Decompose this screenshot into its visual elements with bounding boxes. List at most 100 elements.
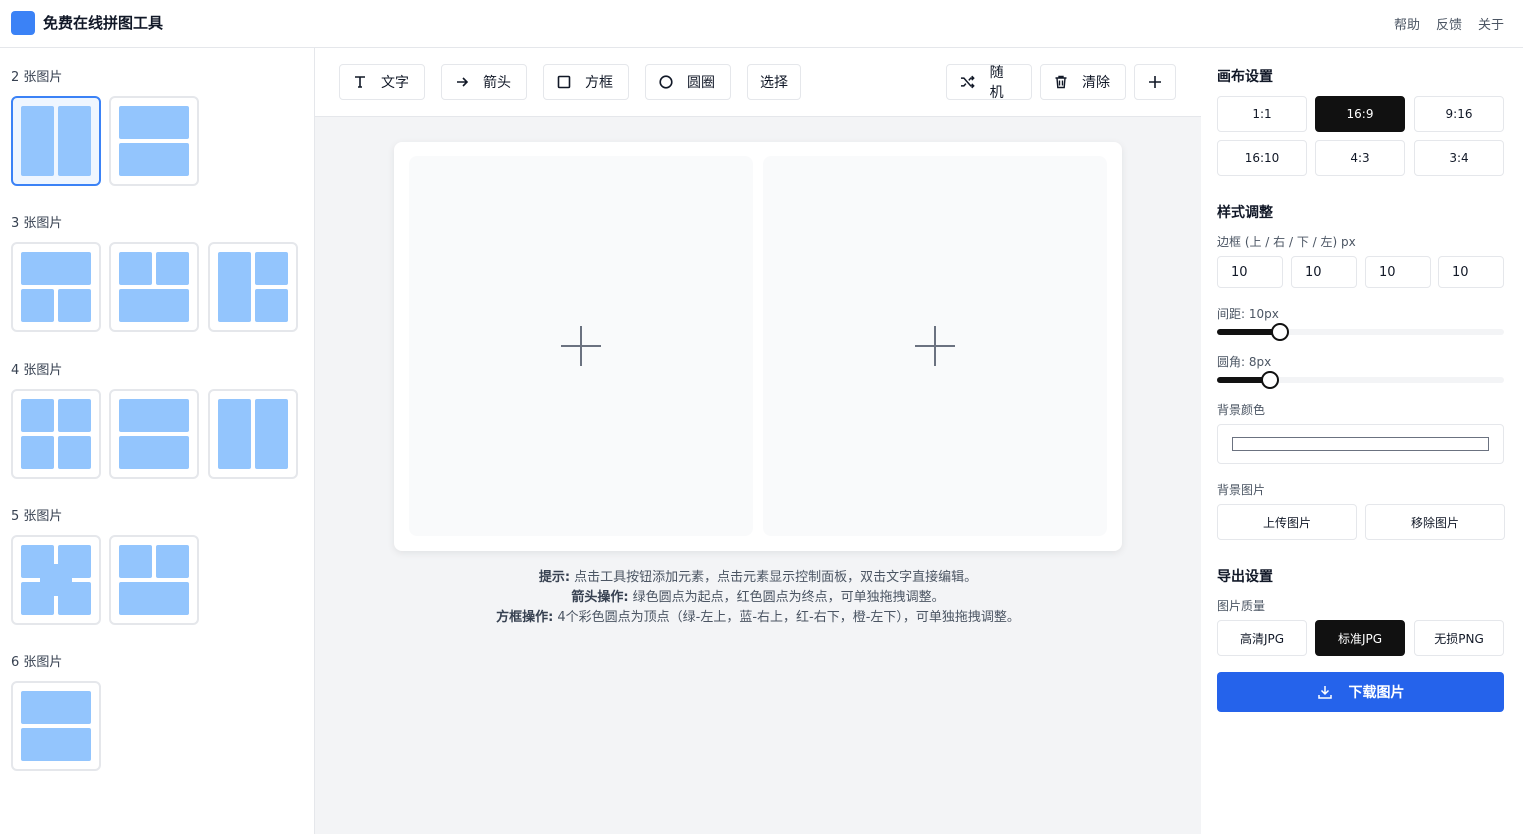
style-settings-title: 样式调整 (1217, 205, 1273, 221)
template-6-rows[interactable] (11, 681, 101, 771)
random-label: 随机 (989, 65, 1004, 101)
bg-color-swatch (1232, 437, 1489, 451)
plus-icon (1149, 76, 1161, 88)
template-4-columns[interactable] (208, 389, 298, 479)
template-4-rows[interactable] (109, 389, 199, 479)
quality-standard-jpg-button[interactable]: 标准JPG (1315, 620, 1405, 656)
template-cell (119, 252, 152, 285)
arrow-tool-button[interactable]: 箭头 (441, 64, 527, 100)
template-cell (21, 436, 54, 469)
template-cell (21, 399, 54, 432)
template-cell (119, 289, 189, 322)
spacing-slider[interactable] (1217, 323, 1504, 341)
template-cell (119, 106, 189, 139)
arrow-right-icon (457, 77, 469, 87)
radius-slider-thumb[interactable] (1261, 371, 1279, 389)
template-5-center[interactable] (11, 535, 101, 625)
template-2-vertical[interactable] (11, 96, 101, 186)
border-left-input[interactable]: 10 (1438, 256, 1504, 288)
template-cell (218, 399, 251, 469)
template-cell (119, 545, 152, 578)
ratio-4-3-button[interactable]: 4:3 (1315, 140, 1405, 176)
template-cell (119, 399, 189, 432)
template-3-top-wide[interactable] (11, 242, 101, 332)
template-cell (58, 289, 91, 322)
border-bottom-input[interactable]: 10 (1365, 256, 1431, 288)
ratio-3-4-button[interactable]: 3:4 (1414, 140, 1504, 176)
border-label: 边框 (上 / 右 / 下 / 左) px (1217, 235, 1356, 249)
template-cell (255, 289, 288, 322)
quality-label: 图片质量 (1217, 599, 1266, 613)
template-3-bottom-wide[interactable] (109, 242, 199, 332)
template-cell (255, 399, 288, 469)
template-cell (58, 399, 91, 432)
ratio-16-10-button[interactable]: 16:10 (1217, 140, 1307, 176)
group-title-2: 2 张图片 (11, 70, 63, 85)
spacing-slider-thumb[interactable] (1271, 323, 1289, 341)
select-tool-button[interactable]: 选择 (747, 64, 801, 100)
bg-image-label: 背景图片 (1217, 483, 1266, 497)
quality-lossless-png-button[interactable]: 无损PNG (1414, 620, 1504, 656)
template-cell (58, 106, 91, 176)
quality-hd-jpg-button[interactable]: 高清JPG (1217, 620, 1307, 656)
hint-line: 方框操作: 4个彩色圆点为顶点（绿-左上，蓝-右上，红-右下，橙-左下），可单独… (315, 608, 1201, 628)
trash-icon (1055, 75, 1067, 89)
template-cell (21, 106, 54, 176)
bg-color-label: 背景颜色 (1217, 403, 1266, 417)
box-tool-button[interactable]: 方框 (543, 64, 629, 100)
template-4-grid[interactable] (11, 389, 101, 479)
template-cell (156, 545, 189, 578)
template-cell (119, 582, 189, 615)
download-label: 下载图片 (1348, 685, 1405, 701)
download-icon (1317, 686, 1332, 699)
border-right-input[interactable]: 10 (1291, 256, 1357, 288)
image-slot-1[interactable] (409, 156, 753, 536)
template-cell (119, 143, 189, 176)
template-cell (21, 289, 54, 322)
hint-line: 箭头操作: 绿色圆点为起点，红色圆点为终点，可单独拖拽调整。 (315, 588, 1201, 608)
top-nav: 帮助 反馈 关于 (1394, 14, 1504, 33)
usage-hints: 提示: 点击工具按钮添加元素，点击元素显示控制面板，双击文字直接编辑。 箭头操作… (315, 568, 1201, 628)
download-button[interactable]: 下载图片 (1217, 672, 1504, 712)
app-title: 免费在线拼图工具 (43, 14, 164, 32)
ratio-1-1-button[interactable]: 1:1 (1217, 96, 1307, 132)
group-title-4: 4 张图片 (11, 363, 63, 378)
remove-image-button[interactable]: 移除图片 (1365, 504, 1505, 540)
template-5-bottom-wide[interactable] (109, 535, 199, 625)
nav-help-link[interactable]: 帮助 (1394, 14, 1420, 33)
text-tool-button[interactable]: 文字 (339, 64, 425, 100)
template-cell (255, 252, 288, 285)
circle-tool-label: 圆圈 (687, 75, 715, 91)
template-cell (40, 564, 72, 596)
logo-icon (11, 11, 35, 35)
template-cell (156, 252, 189, 285)
upload-image-button[interactable]: 上传图片 (1217, 504, 1357, 540)
template-sidebar: 2 张图片 3 张图片 4 张图片 5 张图片 6 张图片 (0, 48, 315, 834)
clear-button[interactable]: 清除 (1040, 64, 1126, 100)
clear-label: 清除 (1082, 75, 1110, 91)
ratio-16-9-button[interactable]: 16:9 (1315, 96, 1405, 132)
hint-text: 4个彩色圆点为顶点（绿-左上，蓝-右上，红-右下，橙-左下），可单独拖拽调整。 (553, 610, 1020, 625)
hint-label: 提示: (538, 570, 571, 585)
radius-slider[interactable] (1217, 371, 1504, 389)
bg-color-picker[interactable] (1217, 424, 1504, 464)
ratio-9-16-button[interactable]: 9:16 (1414, 96, 1504, 132)
settings-panel: 画布设置 1:1 16:9 9:16 16:10 4:3 3:4 样式调整 边框… (1201, 48, 1523, 834)
add-button[interactable] (1134, 64, 1176, 100)
circle-tool-button[interactable]: 圆圈 (645, 64, 731, 100)
nav-about-link[interactable]: 关于 (1478, 14, 1504, 33)
random-button[interactable]: 随机 (946, 64, 1032, 101)
square-icon (557, 75, 571, 89)
template-3-left-tall[interactable] (208, 242, 298, 332)
image-slot-2[interactable] (763, 156, 1107, 536)
canvas-settings-title: 画布设置 (1217, 69, 1273, 85)
app-header: 免费在线拼图工具 帮助 反馈 关于 (0, 0, 1523, 48)
template-2-horizontal[interactable] (109, 96, 199, 186)
add-image-icon (561, 326, 601, 366)
template-cell (218, 252, 251, 322)
border-top-input[interactable]: 10 (1217, 256, 1283, 288)
group-title-6: 6 张图片 (11, 655, 63, 670)
hint-label: 箭头操作: (571, 590, 629, 605)
export-settings-title: 导出设置 (1217, 569, 1273, 585)
nav-feedback-link[interactable]: 反馈 (1436, 14, 1462, 33)
